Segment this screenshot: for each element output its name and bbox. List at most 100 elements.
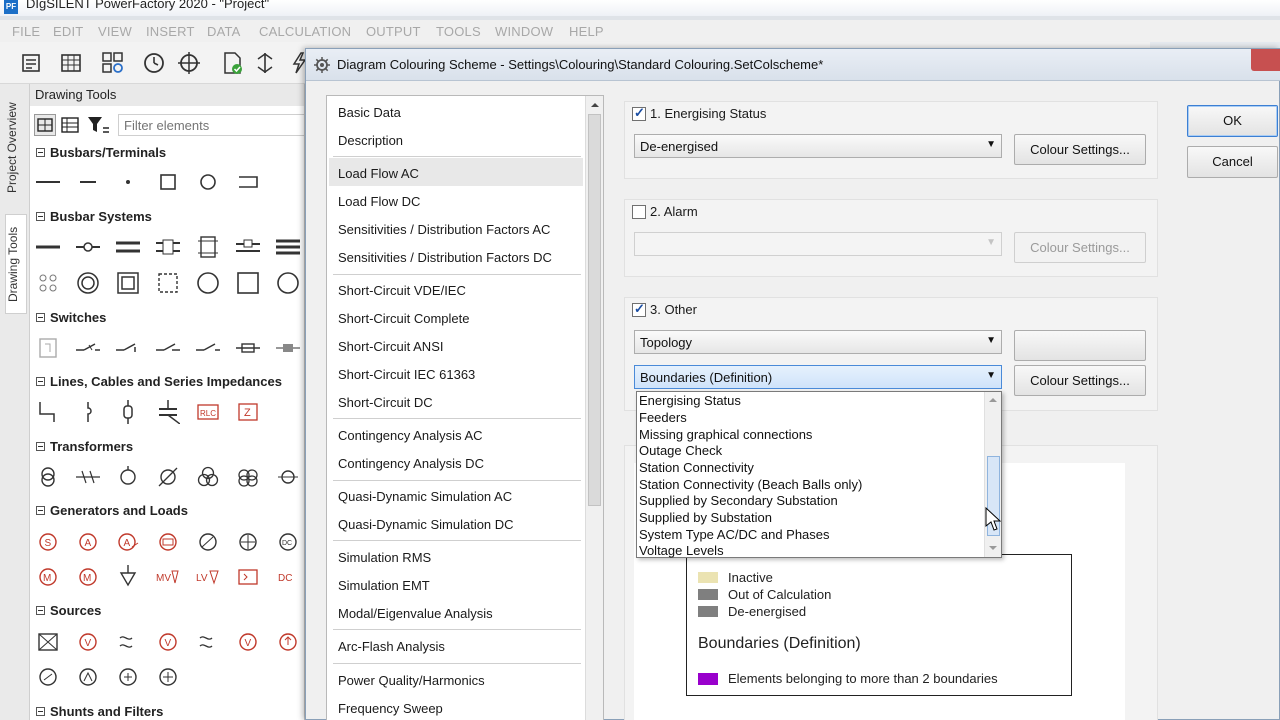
z-impedance-icon[interactable]: Z	[236, 400, 260, 424]
script-icon[interactable]	[18, 50, 44, 76]
busbar-system-double-icon[interactable]	[116, 235, 140, 259]
transformer-tap-icon[interactable]	[276, 465, 300, 489]
nav-contingency-ac[interactable]: Contingency Analysis AC	[338, 428, 483, 443]
nav-scroll-thumb[interactable]	[588, 114, 601, 506]
terminal-bracket-icon[interactable]	[236, 170, 260, 194]
option-system-type[interactable]: System Type AC/DC and Phases	[639, 527, 830, 542]
option-station-connectivity-beach-balls[interactable]: Station Connectivity (Beach Balls only)	[639, 477, 862, 492]
energising-status-select[interactable]: De-energised ▼	[634, 134, 1002, 158]
busbar-long-icon[interactable]	[36, 170, 60, 194]
option-supplied-by-secondary-substation[interactable]: Supplied by Secondary Substation	[639, 493, 838, 508]
doubly-fed-machine-icon[interactable]: A	[116, 530, 140, 554]
scroll-up-icon[interactable]	[587, 98, 603, 112]
switch-closed-icon[interactable]	[236, 336, 260, 360]
filter-elements-input[interactable]	[118, 114, 304, 136]
busbar-system-bypass-icon[interactable]	[236, 235, 260, 259]
nav-short-circuit-iec-61363[interactable]: Short-Circuit IEC 61363	[338, 367, 475, 382]
other-select[interactable]: Topology ▼	[634, 330, 1002, 354]
substation-dashed-icon[interactable]	[156, 271, 180, 295]
table-icon[interactable]	[58, 50, 84, 76]
ac-voltage-source-icon[interactable]: V	[76, 630, 100, 654]
scroll-up-icon[interactable]	[986, 394, 1001, 406]
dc-voltage-source-icon[interactable]: V	[156, 630, 180, 654]
document-check-icon[interactable]	[220, 50, 246, 76]
nav-quasi-dynamic-dc[interactable]: Quasi-Dynamic Simulation DC	[338, 517, 514, 532]
option-outage-check[interactable]: Outage Check	[639, 443, 722, 458]
nav-modal-eigenvalue[interactable]: Modal/Eigenvalue Analysis	[338, 606, 493, 621]
filter-icon[interactable]	[86, 115, 110, 138]
grid-view-icon[interactable]	[34, 114, 56, 136]
booster-transformer-icon[interactable]	[76, 465, 100, 489]
substation-ring-icon[interactable]	[76, 271, 100, 295]
two-winding-transformer-icon[interactable]	[36, 465, 60, 489]
motor-driven-machine-icon[interactable]: M	[76, 565, 100, 589]
section-busbars-terminals[interactable]: Busbars/Terminals	[36, 145, 166, 160]
section-switches[interactable]: Switches	[36, 310, 106, 325]
menu-tools[interactable]: TOOLS	[436, 24, 481, 39]
terminal-square-icon[interactable]	[156, 170, 180, 194]
switch-box-icon[interactable]	[36, 336, 60, 360]
menu-window[interactable]: WINDOW	[495, 24, 553, 39]
terminal-circle-icon[interactable]	[196, 170, 220, 194]
synchronous-generator-icon[interactable]: S	[36, 530, 60, 554]
general-load-icon[interactable]	[116, 565, 140, 589]
nav-basic-data[interactable]: Basic Data	[338, 105, 401, 120]
terminal-point-icon[interactable]	[116, 170, 140, 194]
site-square-icon[interactable]	[236, 271, 260, 295]
section-generators-loads[interactable]: Generators and Loads	[36, 503, 188, 518]
impulse-source-icon[interactable]	[276, 630, 300, 654]
ok-button[interactable]: OK	[1187, 105, 1278, 137]
disconnector-icon[interactable]	[116, 336, 140, 360]
substation-grid-icon[interactable]	[36, 271, 60, 295]
line-elbow-icon[interactable]	[36, 400, 60, 424]
nav-load-flow-ac[interactable]: Load Flow AC	[338, 166, 419, 181]
dc-generator-icon[interactable]: DC	[276, 530, 300, 554]
option-energising-status[interactable]: Energising Status	[639, 393, 741, 408]
clock-icon[interactable]	[141, 50, 167, 76]
menu-output[interactable]: OUTPUT	[366, 24, 421, 39]
menu-calculation[interactable]: CALCULATION	[259, 24, 351, 39]
other-checkbox[interactable]	[632, 301, 646, 317]
crosshair-icon[interactable]	[176, 50, 202, 76]
switch-filled-icon[interactable]	[276, 336, 300, 360]
menu-file[interactable]: FILE	[12, 24, 40, 39]
option-station-connectivity[interactable]: Station Connectivity	[639, 460, 754, 475]
series-capacitor-icon[interactable]	[156, 400, 180, 424]
tab-drawing-tools[interactable]: Drawing Tools	[5, 214, 27, 314]
network-model-icon[interactable]	[100, 50, 126, 76]
menu-edit[interactable]: EDIT	[53, 24, 83, 39]
nav-arc-flash[interactable]: Arc-Flash Analysis	[338, 639, 445, 654]
menu-data[interactable]: DATA	[207, 24, 241, 39]
switch-icon[interactable]	[252, 50, 278, 76]
asynchronous-machine-icon[interactable]: A	[76, 530, 100, 554]
other-sub-select[interactable]: Boundaries (Definition) ▼	[634, 365, 1002, 389]
nav-load-flow-dc[interactable]: Load Flow DC	[338, 194, 420, 209]
nav-sensitivities-dc[interactable]: Sensitivities / Distribution Factors DC	[338, 250, 552, 265]
nav-simulation-rms[interactable]: Simulation RMS	[338, 550, 431, 565]
external-grid-icon[interactable]	[36, 630, 60, 654]
section-lines-cables[interactable]: Lines, Cables and Series Impedances	[36, 374, 282, 389]
harmonic-source-icon[interactable]: V	[236, 630, 260, 654]
section-busbar-systems[interactable]: Busbar Systems	[36, 209, 152, 224]
alarm-colour-settings-button[interactable]: Colour Settings...	[1014, 232, 1146, 263]
nav-sensitivities-ac[interactable]: Sensitivities / Distribution Factors AC	[338, 222, 550, 237]
battery-source-icon[interactable]	[116, 665, 140, 689]
cable-icon[interactable]	[76, 400, 100, 424]
nav-simulation-emt[interactable]: Simulation EMT	[338, 578, 430, 593]
section-sources[interactable]: Sources	[36, 603, 101, 618]
autotransformer-icon[interactable]	[116, 465, 140, 489]
busbar-short-icon[interactable]	[76, 170, 100, 194]
menu-view[interactable]: VIEW	[98, 24, 132, 39]
nav-scrollbar[interactable]	[585, 96, 603, 720]
dsl-load-icon[interactable]	[236, 565, 260, 589]
scroll-down-icon[interactable]	[986, 542, 1001, 554]
phase-shifter-icon[interactable]	[156, 465, 180, 489]
nav-short-circuit-complete[interactable]: Short-Circuit Complete	[338, 311, 470, 326]
nav-frequency-sweep[interactable]: Frequency Sweep	[338, 701, 443, 716]
site-circle-alt-icon[interactable]	[276, 271, 300, 295]
rlc-impedance-icon[interactable]: RLC	[196, 400, 220, 424]
busbar-system-double-coupler-icon[interactable]	[156, 235, 180, 259]
nav-contingency-dc[interactable]: Contingency Analysis DC	[338, 456, 484, 471]
option-voltage-levels[interactable]: Voltage Levels	[639, 543, 724, 558]
series-reactor-icon[interactable]	[116, 400, 140, 424]
